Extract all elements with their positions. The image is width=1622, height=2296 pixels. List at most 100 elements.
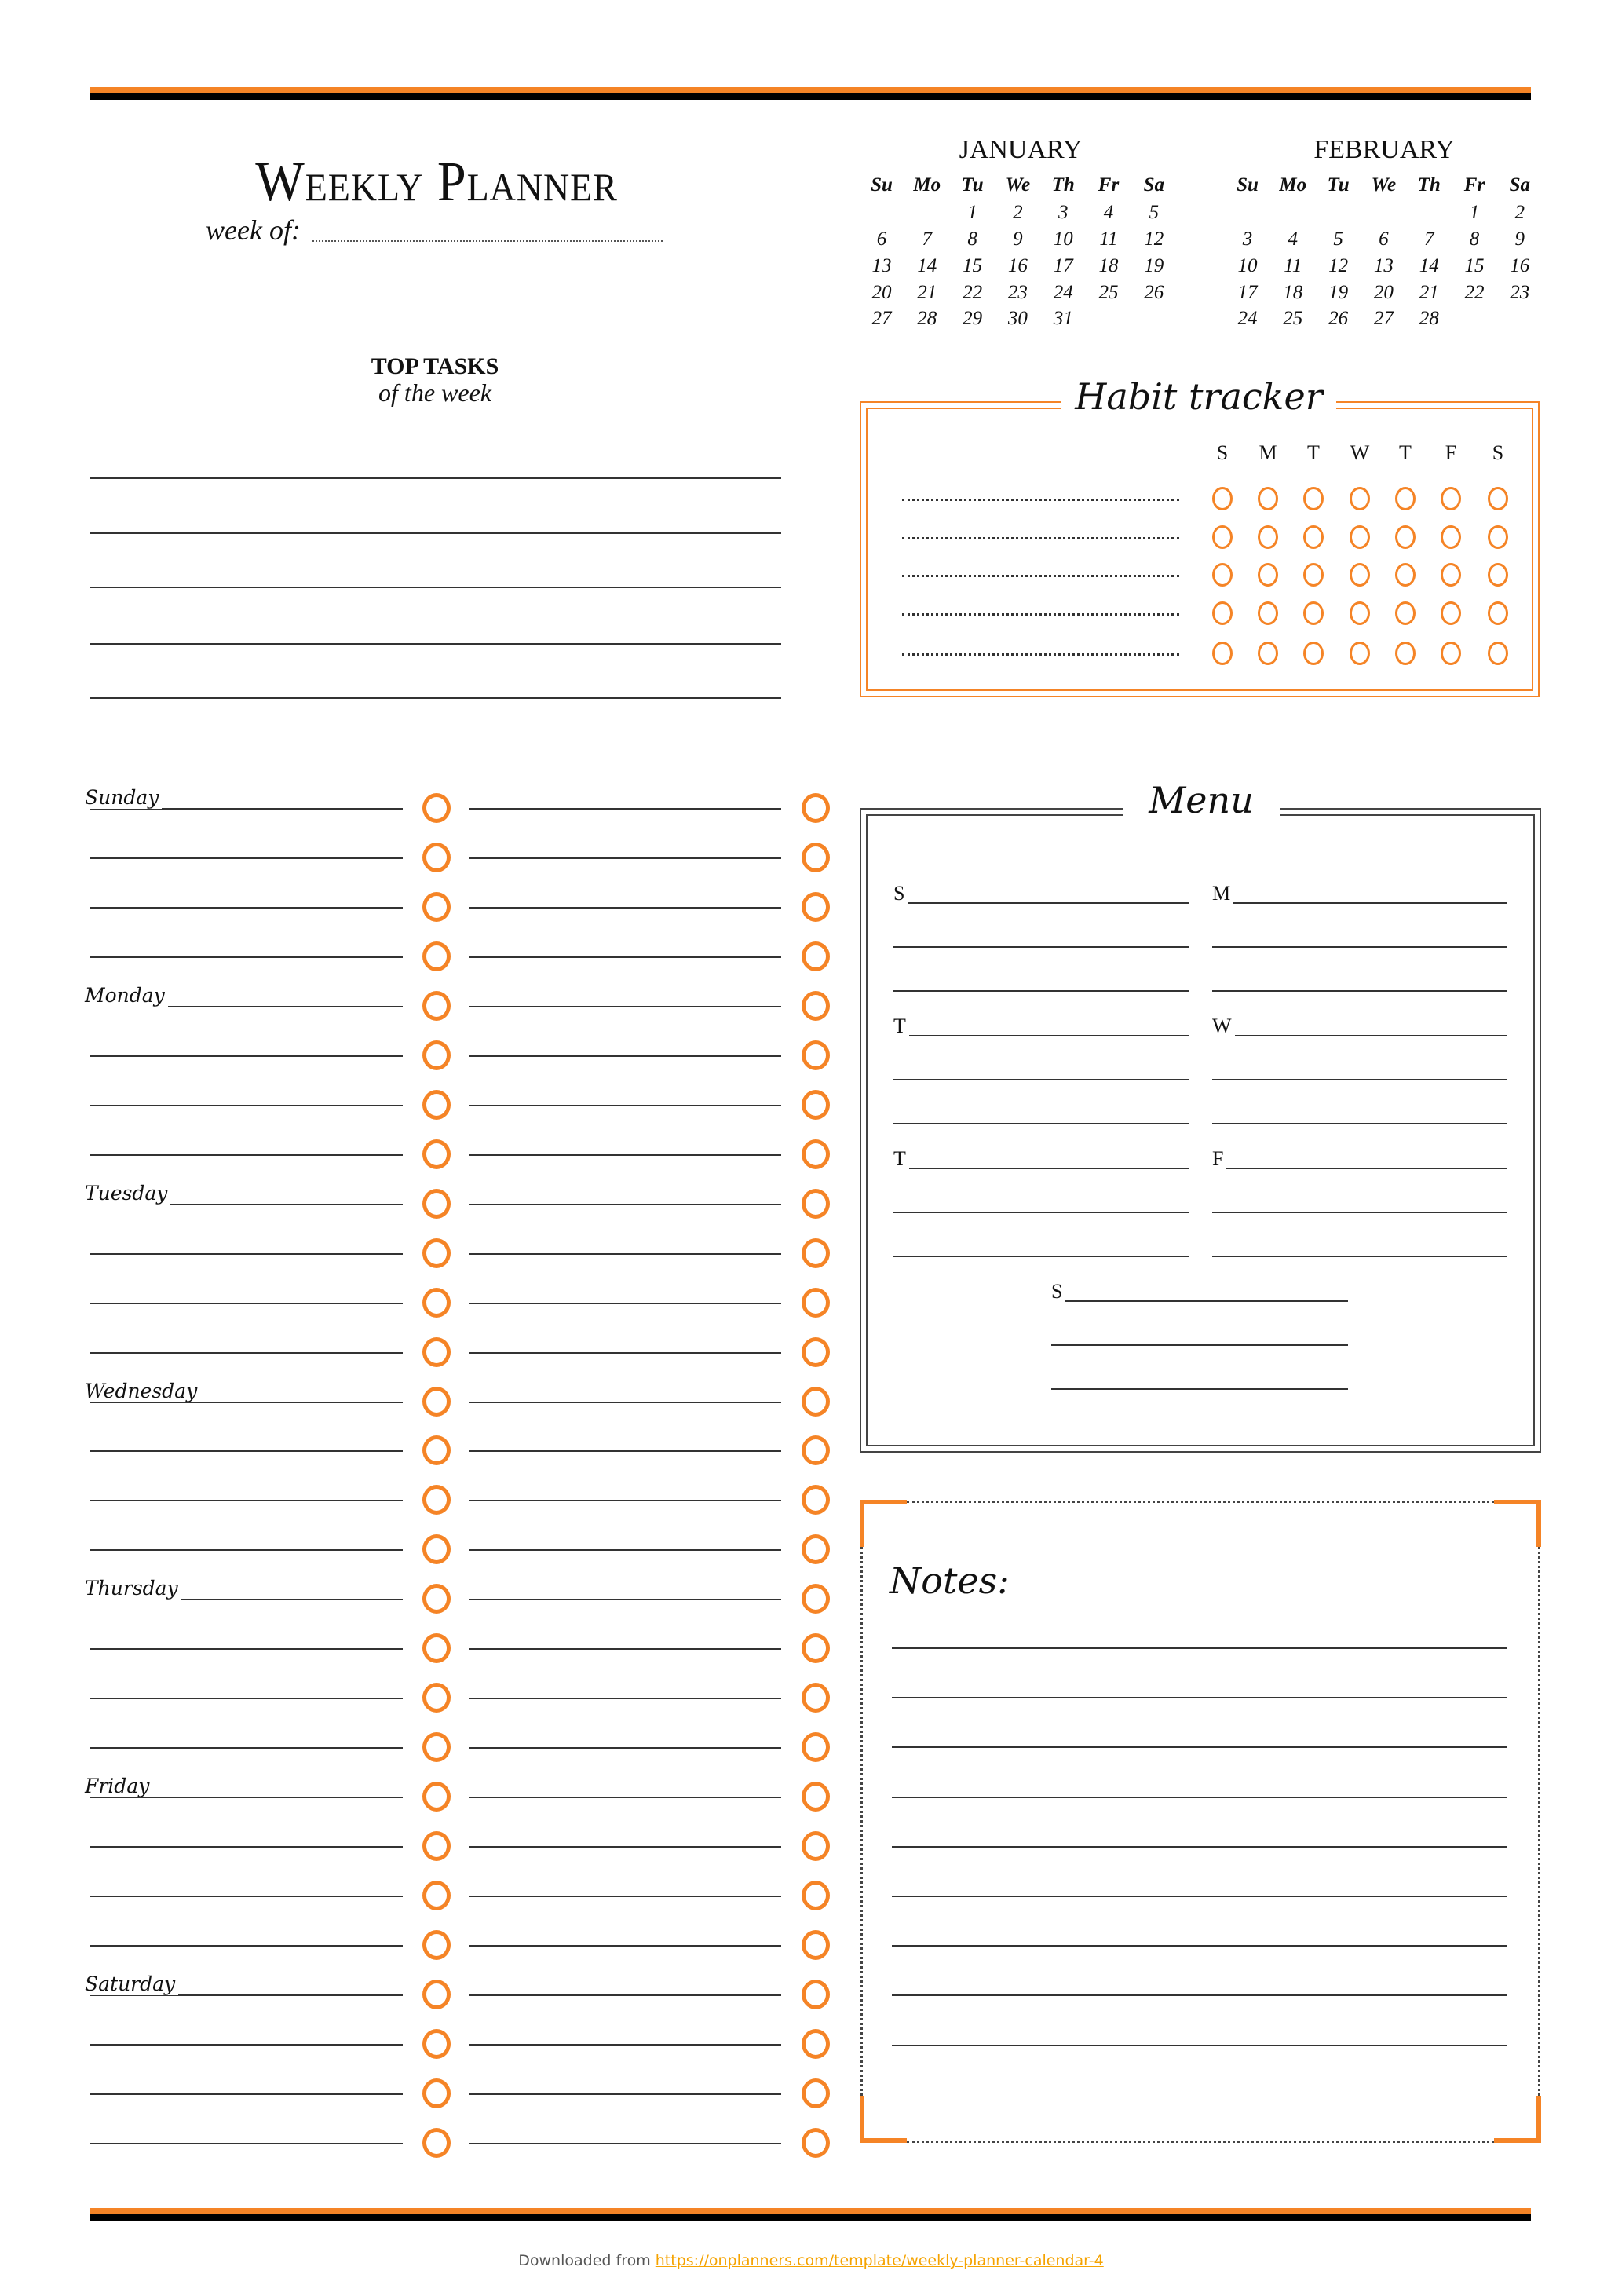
menu-line[interactable] xyxy=(1212,1123,1507,1124)
notes-line[interactable] xyxy=(892,1796,1507,1798)
task-line[interactable] xyxy=(469,1351,781,1354)
task-line[interactable] xyxy=(469,1896,781,1898)
habit-checkbox-circle[interactable] xyxy=(1212,525,1233,549)
task-checkbox-circle[interactable] xyxy=(802,2029,830,2059)
calendar-day[interactable]: 24 xyxy=(1224,308,1271,330)
top-task-line[interactable] xyxy=(90,477,781,479)
task-checkbox-circle[interactable] xyxy=(802,1435,830,1466)
habit-checkbox-circle[interactable] xyxy=(1350,563,1370,587)
habit-checkbox-circle[interactable] xyxy=(1212,487,1233,510)
calendar-day[interactable]: 28 xyxy=(1405,308,1452,330)
task-line[interactable] xyxy=(90,1846,403,1848)
calendar-day[interactable]: 19 xyxy=(1315,282,1362,304)
task-line[interactable] xyxy=(469,1104,781,1106)
task-line[interactable] xyxy=(469,1153,781,1156)
task-checkbox-circle[interactable] xyxy=(422,1732,451,1763)
task-line[interactable] xyxy=(469,1500,781,1502)
task-line[interactable] xyxy=(90,1648,403,1651)
habit-checkbox-circle[interactable] xyxy=(1258,525,1278,549)
calendar-day[interactable]: 3 xyxy=(1224,229,1271,250)
task-checkbox-circle[interactable] xyxy=(802,1930,830,1961)
calendar-day[interactable]: 13 xyxy=(1360,255,1407,277)
habit-checkbox-circle[interactable] xyxy=(1488,601,1508,625)
task-line[interactable] xyxy=(90,1698,403,1700)
habit-checkbox-circle[interactable] xyxy=(1350,525,1370,549)
calendar-day[interactable]: 27 xyxy=(858,308,905,330)
task-line[interactable] xyxy=(90,857,403,859)
habit-checkbox-circle[interactable] xyxy=(1258,642,1278,665)
habit-checkbox-circle[interactable] xyxy=(1488,487,1508,510)
calendar-day[interactable]: 23 xyxy=(994,282,1041,304)
task-checkbox-circle[interactable] xyxy=(802,1386,830,1417)
menu-line[interactable] xyxy=(1051,1344,1348,1346)
calendar-day[interactable]: 7 xyxy=(1405,229,1452,250)
calendar-day[interactable]: 6 xyxy=(1360,229,1407,250)
task-checkbox-circle[interactable] xyxy=(422,1336,451,1367)
task-checkbox-circle[interactable] xyxy=(422,1238,451,1268)
calendar-day[interactable]: 8 xyxy=(949,229,996,250)
menu-line[interactable] xyxy=(893,990,1189,992)
habit-name-field[interactable] xyxy=(902,653,1179,656)
task-checkbox-circle[interactable] xyxy=(802,1980,830,2010)
menu-line[interactable] xyxy=(1212,1212,1507,1213)
task-checkbox-circle[interactable] xyxy=(422,1534,451,1565)
menu-line[interactable] xyxy=(1212,902,1507,904)
task-line[interactable] xyxy=(90,1549,403,1552)
menu-line[interactable] xyxy=(1212,1168,1507,1169)
habit-checkbox-circle[interactable] xyxy=(1441,601,1461,625)
task-line[interactable] xyxy=(90,2142,403,2144)
calendar-day[interactable]: 5 xyxy=(1131,202,1178,224)
notes-line[interactable] xyxy=(892,1994,1507,1997)
task-line[interactable] xyxy=(90,1945,403,1947)
task-checkbox-circle[interactable] xyxy=(422,1139,451,1169)
task-checkbox-circle[interactable] xyxy=(802,1831,830,1862)
calendar-day[interactable]: 20 xyxy=(858,282,905,304)
task-line[interactable] xyxy=(90,1450,403,1453)
task-checkbox-circle[interactable] xyxy=(802,1633,830,1664)
calendar-day[interactable]: 26 xyxy=(1131,282,1178,304)
menu-line[interactable] xyxy=(893,1035,1189,1036)
task-line[interactable] xyxy=(90,2093,403,2095)
habit-checkbox-circle[interactable] xyxy=(1441,642,1461,665)
task-line[interactable] xyxy=(90,2044,403,2046)
task-checkbox-circle[interactable] xyxy=(422,1435,451,1466)
habit-name-field[interactable] xyxy=(902,575,1179,577)
calendar-day[interactable]: 12 xyxy=(1315,255,1362,277)
task-line[interactable] xyxy=(90,1351,403,1354)
calendar-day[interactable]: 29 xyxy=(949,308,996,330)
calendar-day[interactable]: 4 xyxy=(1269,229,1317,250)
task-checkbox-circle[interactable] xyxy=(802,842,830,872)
task-line[interactable] xyxy=(90,1104,403,1106)
habit-checkbox-circle[interactable] xyxy=(1303,525,1324,549)
task-line[interactable] xyxy=(469,1005,781,1007)
menu-line[interactable] xyxy=(1212,1079,1507,1080)
task-checkbox-circle[interactable] xyxy=(422,941,451,971)
task-line[interactable] xyxy=(90,1252,403,1255)
calendar-day[interactable]: 13 xyxy=(858,255,905,277)
menu-line[interactable] xyxy=(1212,1035,1507,1036)
habit-checkbox-circle[interactable] xyxy=(1350,487,1370,510)
task-line[interactable] xyxy=(90,1302,403,1304)
task-checkbox-circle[interactable] xyxy=(802,941,830,971)
calendar-day[interactable]: 14 xyxy=(904,255,951,277)
habit-checkbox-circle[interactable] xyxy=(1395,487,1416,510)
habit-name-field[interactable] xyxy=(902,537,1179,539)
calendar-day[interactable]: 24 xyxy=(1039,282,1087,304)
habit-checkbox-circle[interactable] xyxy=(1395,642,1416,665)
habit-checkbox-circle[interactable] xyxy=(1303,642,1324,665)
menu-line[interactable] xyxy=(893,1079,1189,1080)
menu-line[interactable] xyxy=(1051,1300,1348,1302)
habit-checkbox-circle[interactable] xyxy=(1395,563,1416,587)
task-line[interactable] xyxy=(469,1747,781,1749)
habit-checkbox-circle[interactable] xyxy=(1441,563,1461,587)
task-checkbox-circle[interactable] xyxy=(802,1287,830,1318)
calendar-day[interactable]: 20 xyxy=(1360,282,1407,304)
calendar-day[interactable]: 11 xyxy=(1269,255,1317,277)
habit-checkbox-circle[interactable] xyxy=(1303,563,1324,587)
menu-line[interactable] xyxy=(893,1212,1189,1213)
task-line[interactable] xyxy=(469,1055,781,1057)
menu-line[interactable] xyxy=(893,902,1189,904)
top-task-line[interactable] xyxy=(90,532,781,534)
task-line[interactable] xyxy=(90,956,403,958)
calendar-day[interactable]: 9 xyxy=(1496,229,1543,250)
